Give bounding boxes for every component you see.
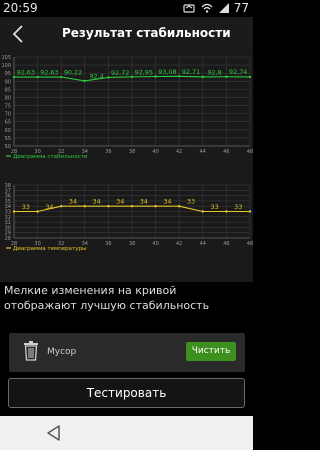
y-tick-label: 70: [5, 112, 11, 118]
test-button[interactable]: Тестировать: [8, 378, 245, 408]
signal-icon: [219, 3, 229, 13]
data-label: 33: [187, 198, 195, 206]
data-label: 34: [163, 198, 171, 206]
y-tick-label: 65: [5, 120, 11, 126]
back-arrow-icon[interactable]: [8, 23, 30, 45]
temperature-chart: 383736353433323130292828 30 32 34 36 38 40 42 44…: [5, 183, 253, 252]
x-tick-label: 46: [223, 149, 229, 155]
x-tick-label: 38: [129, 149, 135, 155]
y-tick-label: 105: [1, 55, 11, 61]
data-label: 92,72: [111, 69, 129, 77]
x-tick-label: 46: [223, 241, 229, 247]
x-tick-label: 36: [105, 149, 111, 155]
data-point: [201, 210, 204, 213]
data-point: [178, 75, 181, 78]
y-tick-label: 80: [5, 95, 11, 101]
legend-label: Диаграмма температуры: [13, 246, 86, 252]
data-label: 34: [93, 198, 101, 206]
notification-icon: [183, 4, 195, 13]
data-point: [248, 210, 252, 213]
x-tick-label: 38: [129, 241, 135, 247]
data-label: 33: [234, 203, 242, 211]
stability-chart: 1051009590858075706560555028 30 32 34 36 38 40…: [1, 55, 253, 160]
data-point: [225, 210, 228, 213]
navigation-bar: [0, 416, 253, 450]
trash-bin-icon: [24, 341, 38, 361]
y-tick-label: 95: [5, 71, 11, 77]
data-label: 34: [45, 203, 53, 211]
back-triangle-icon[interactable]: [44, 423, 64, 443]
y-tick-label: 60: [5, 128, 11, 134]
status-bar: 20:59 77: [0, 0, 253, 17]
data-point: [130, 205, 134, 208]
data-point: [107, 76, 110, 79]
clean-button[interactable]: Чистить: [186, 342, 236, 361]
y-tick-label: 85: [5, 87, 11, 93]
wifi-icon: [201, 3, 213, 13]
data-label: 92,4: [89, 72, 103, 80]
data-label: 34: [140, 198, 148, 206]
status-time: 20:59: [3, 1, 38, 15]
app-bar: Результат стабильности: [0, 17, 253, 50]
data-point: [12, 210, 16, 213]
data-label: 92,8: [207, 68, 221, 76]
data-label: 92,63: [17, 69, 35, 77]
legend-label: Диаграмма стабильности: [13, 154, 88, 160]
data-point: [12, 75, 16, 79]
data-point: [60, 205, 63, 208]
data-point: [83, 79, 87, 83]
data-label: 93,08: [158, 68, 176, 76]
data-point: [130, 75, 134, 79]
data-point: [60, 75, 63, 79]
data-point: [83, 205, 87, 208]
data-point: [225, 75, 228, 78]
battery-level: 77: [233, 1, 249, 15]
y-tick-label: 90: [5, 79, 11, 85]
data-point: [107, 205, 110, 208]
data-point: [248, 75, 252, 79]
y-tick-label: 55: [5, 136, 11, 142]
x-tick-label: 42: [176, 241, 182, 247]
x-tick-label: 48: [247, 149, 253, 155]
data-label: 33: [22, 203, 30, 211]
data-label: 34: [116, 198, 124, 206]
data-point: [178, 205, 181, 208]
data-label: 90,22: [64, 69, 82, 77]
data-point: [201, 75, 204, 79]
stability-note: Мелкие изменения на кривой отображают лу…: [4, 284, 210, 312]
x-tick-label: 40: [152, 241, 158, 247]
y-tick-label: 100: [1, 63, 11, 69]
data-label: 34: [69, 198, 77, 206]
x-tick-label: 40: [152, 149, 158, 155]
data-label: 92,63: [40, 69, 58, 77]
page-title: Результат стабильности: [62, 26, 231, 40]
x-tick-label: 36: [105, 241, 111, 247]
data-label: 33: [211, 203, 219, 211]
data-point: [154, 205, 157, 208]
data-label: 92,95: [135, 68, 153, 76]
data-label: 92,71: [182, 68, 200, 76]
x-tick-label: 44: [200, 241, 206, 247]
data-point: [36, 210, 39, 213]
data-point: [36, 75, 39, 79]
data-label: 92,74: [229, 68, 247, 76]
trash-card: Мусор Чистить: [9, 333, 245, 372]
x-tick-label: 48: [247, 241, 253, 247]
charts-area: 105 100 95 90 85 80 75 70 65 60 55 50 28 30 32 34 36 38 40…: [0, 50, 253, 282]
x-tick-label: 42: [176, 149, 182, 155]
data-point: [154, 75, 157, 78]
trash-label: Мусор: [47, 347, 77, 357]
x-tick-label: 44: [200, 149, 206, 155]
charts-canvas: 1051009590858075706560555028 30 32 34 36 38 40…: [1, 55, 253, 252]
y-tick-label: 75: [5, 104, 11, 110]
